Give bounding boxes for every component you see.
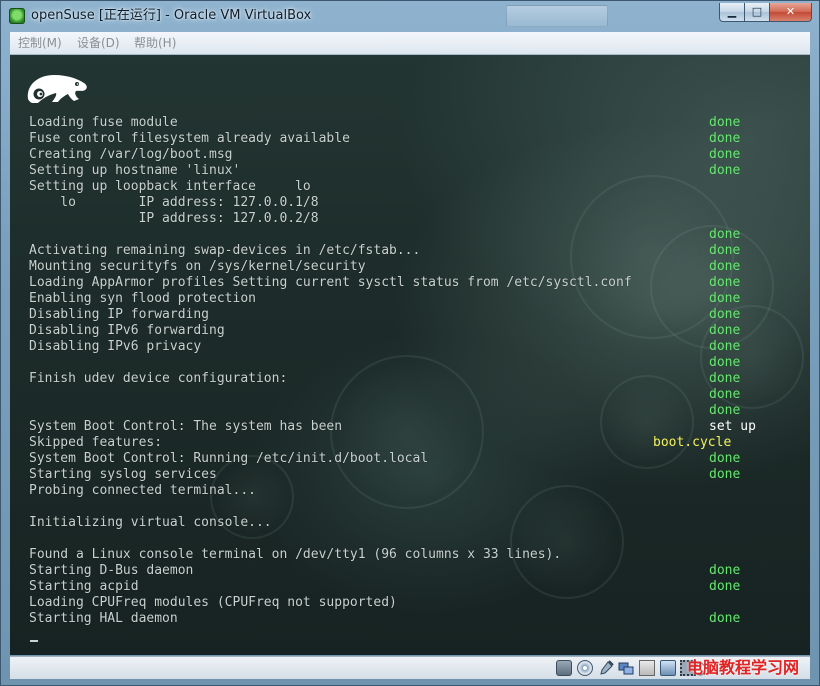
console-line: Starting syslog services <box>29 467 217 482</box>
console-line: Creating /var/log/boot.msg <box>29 147 233 162</box>
console-line: Disabling IP forwarding <box>29 307 210 322</box>
console-line: Loading CPUFreq modules (CPUFreq not sup… <box>29 595 397 610</box>
menu-help[interactable]: 帮助(H) <box>130 34 180 52</box>
console-line: Finish udev device configuration: <box>29 371 288 386</box>
background-window-ghost <box>506 5 608 27</box>
console-line: Setting up hostname 'linux' <box>29 163 241 178</box>
console-status: done <box>709 387 741 402</box>
display-icon[interactable] <box>660 660 676 676</box>
title-bar[interactable]: openSuse [正在运行] - Oracle VM VirtualBox ▁… <box>1 1 819 31</box>
console-status: done <box>709 131 741 146</box>
console-status: done <box>709 291 741 306</box>
console-status: boot.cycle <box>653 435 732 450</box>
console-line: IP address: 127.0.0.2/8 <box>29 211 319 226</box>
console-status: done <box>709 275 741 290</box>
console-line: Activating remaining swap-devices in /et… <box>29 243 421 258</box>
window-title: openSuse [正在运行] - Oracle VM VirtualBox <box>31 8 312 23</box>
console-line: Starting HAL daemon <box>29 611 178 626</box>
boot-console: Loading fuse module done Fuse control file… <box>10 55 810 655</box>
console-status: set up <box>709 419 756 434</box>
console-status: done <box>709 147 741 162</box>
menu-control[interactable]: 控制(M) <box>14 34 66 52</box>
maximize-button[interactable]: □ <box>744 3 770 22</box>
console-status: done <box>709 579 741 594</box>
console-status: done <box>709 323 741 338</box>
console-status: done <box>709 403 741 418</box>
hard-disk-icon[interactable] <box>556 660 572 676</box>
console-status: done <box>709 467 741 482</box>
console-line: Starting D-Bus daemon <box>29 563 194 578</box>
console-status: done <box>709 611 741 626</box>
console-status: done <box>709 371 741 386</box>
usb-icon[interactable] <box>598 660 614 676</box>
close-button[interactable]: ✕ <box>769 3 812 22</box>
console-line: Fuse control filesystem already availabl… <box>29 131 350 146</box>
console-status: done <box>709 163 741 178</box>
console-status: done <box>709 307 741 322</box>
console-line: Starting acpid <box>29 579 139 594</box>
console-cursor <box>30 640 38 642</box>
console-line: Loading fuse module <box>29 115 178 130</box>
menu-devices[interactable]: 设备(D) <box>73 34 124 52</box>
console-status: done <box>709 115 741 130</box>
console-status: done <box>709 259 741 274</box>
console-line: Skipped features: <box>29 435 163 450</box>
console-line: System Boot Control: The system has been <box>29 419 343 434</box>
console-line: Probing connected terminal... <box>29 483 256 498</box>
minimize-button[interactable]: ▁ <box>719 3 745 22</box>
console-status: done <box>709 355 741 370</box>
console-status: done <box>709 563 741 578</box>
close-icon: ✕ <box>785 5 796 18</box>
console-status: done <box>709 339 741 354</box>
console-status: done <box>709 451 741 466</box>
virtualbox-app-icon[interactable] <box>9 8 25 24</box>
console-line: Setting up loopback interface lo <box>29 179 311 194</box>
minimize-icon: ▁ <box>727 5 737 18</box>
console-line: Initializing virtual console... <box>29 515 272 530</box>
virtualbox-window: openSuse [正在运行] - Oracle VM VirtualBox ▁… <box>0 0 820 686</box>
watermark-text: 电脑教程学习网 <box>687 658 800 677</box>
console-line: Loading AppArmor profiles Setting curren… <box>29 275 632 290</box>
console-status: done <box>709 243 741 258</box>
console-line: Disabling IPv6 forwarding <box>29 323 225 338</box>
console-line: Disabling IPv6 privacy <box>29 339 202 354</box>
console-line: Enabling syn flood protection <box>29 291 256 306</box>
maximize-icon: □ <box>751 5 763 18</box>
shared-folders-icon[interactable] <box>618 660 634 676</box>
network-icon[interactable] <box>639 660 655 676</box>
console-line: lo IP address: 127.0.0.1/8 <box>29 195 319 210</box>
optical-drive-icon[interactable] <box>577 660 593 676</box>
console-line: Mounting securityfs on /sys/kernel/secur… <box>29 259 366 274</box>
console-line: System Boot Control: Running /etc/init.d… <box>29 451 429 466</box>
console-line: Found a Linux console terminal on /dev/t… <box>29 547 562 562</box>
vm-display[interactable]: Loading fuse module done Fuse control file… <box>10 55 810 655</box>
console-status: done <box>709 227 741 242</box>
menu-bar: 控制(M) 设备(D) 帮助(H) <box>10 32 810 55</box>
